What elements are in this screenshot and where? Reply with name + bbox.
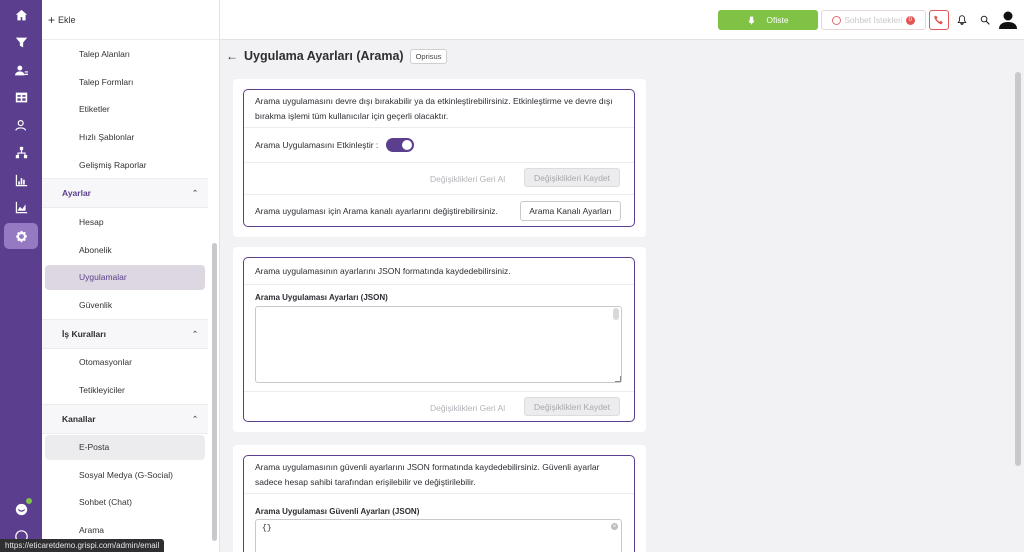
settings-sidebar: + Ekle Talep Alanları Talep Formları Etik… xyxy=(42,0,220,552)
sidebar-item-uygulamalar[interactable]: Uygulamalar xyxy=(45,264,205,290)
back-arrow-icon[interactable]: ← xyxy=(226,49,238,63)
filter-icon[interactable] xyxy=(10,31,32,53)
app-settings-description-row: Arama uygulamasının ayarlarını JSON form… xyxy=(244,258,634,285)
sidebar-item-sosyal-medya[interactable]: Sosyal Medya (G-Social) xyxy=(42,461,208,489)
sidebar-item-talep-formlari[interactable]: Talep Formları xyxy=(42,68,208,96)
card1-actions-row: Değişiklikleri Geri Al Değişiklikleri Ka… xyxy=(244,163,634,195)
sidebar-section-ayarlar[interactable]: Ayarlar ⌃ xyxy=(42,178,208,209)
chevron-up-icon: ⌃ xyxy=(192,190,198,198)
bar-chart-icon[interactable] xyxy=(10,169,32,191)
channel-settings-button[interactable]: Arama Kanalı Ayarları xyxy=(520,201,621,221)
card2-actions-row: Değişiklikleri Geri Al Değişiklikleri Ka… xyxy=(244,391,634,423)
sidebar-item-talep-alanlari[interactable]: Talep Alanları xyxy=(42,40,208,68)
enable-description-row: Arama uygulamasını devre dışı bırakabili… xyxy=(244,90,634,128)
sidebar-item-gelismis-raporlar[interactable]: Gelişmiş Raporlar xyxy=(42,151,208,179)
sidebar-item-e-posta[interactable]: E-Posta xyxy=(45,434,205,460)
content-scrollbar[interactable] xyxy=(1015,72,1021,466)
enable-app-toggle[interactable] xyxy=(386,138,414,152)
sidebar-section-is-kurallari[interactable]: İş Kuralları ⌃ xyxy=(42,318,208,349)
chat-requests-label: Sohbet İstekleri xyxy=(844,15,903,25)
app-settings-description: Arama uygulamasının ayarlarını JSON form… xyxy=(255,266,511,276)
phone-button[interactable] xyxy=(929,10,949,30)
page-title-bar: ← Uygulama Ayarları (Arama) Oprisus xyxy=(220,41,1024,71)
provider-tag: Oprisus xyxy=(409,48,448,64)
channel-settings-text: Arama uygulaması için Arama kanalı ayarl… xyxy=(255,206,498,216)
secure-settings-card: Arama uygulamasının güvenli ayarlarını J… xyxy=(233,445,646,552)
status-url-tooltip: https://eticaretdemo.grispi.com/admin/em… xyxy=(0,539,165,552)
toggle-label: Arama Uygulamasını Etkinleştir : xyxy=(255,140,379,150)
save-changes-button[interactable]: Değişiklikleri Kaydet xyxy=(524,397,620,416)
users-icon[interactable] xyxy=(10,59,32,81)
top-header: Ofiste Sohbet İstekleri 0 xyxy=(220,0,1024,40)
chat-bubble-icon xyxy=(832,15,842,25)
secure-settings-description-row: Arama uygulamasının güvenli ayarlarını J… xyxy=(244,456,634,494)
search-button[interactable] xyxy=(975,10,995,30)
search-icon xyxy=(980,15,990,25)
app-settings-json-textarea[interactable] xyxy=(255,306,622,383)
table-icon[interactable] xyxy=(10,86,32,108)
settings-menu: Talep Alanları Talep Formları Etiketler … xyxy=(42,40,208,544)
status-button[interactable]: Ofiste xyxy=(718,10,818,30)
secure-settings-field-label: Arama Uygulaması Güvenli Ayarları (JSON) xyxy=(255,507,420,516)
settings-gear-icon[interactable] xyxy=(4,223,38,249)
revert-changes-button[interactable]: Değişiklikleri Geri Al xyxy=(430,403,505,413)
toggle-knob xyxy=(402,140,412,150)
chevron-up-icon: ⌃ xyxy=(192,330,198,338)
secure-settings-panel: Arama uygulamasının güvenli ayarlarını J… xyxy=(243,455,635,552)
plus-icon: + xyxy=(48,12,56,27)
sidebar-item-etiketler[interactable]: Etiketler xyxy=(42,95,208,123)
bell-icon xyxy=(957,15,967,25)
icon-rail xyxy=(0,0,42,552)
notifications-button[interactable] xyxy=(952,10,972,30)
enable-description: Arama uygulamasını devre dışı bırakabili… xyxy=(255,96,613,121)
chevron-up-icon: ⌃ xyxy=(192,415,198,423)
add-label: Ekle xyxy=(58,14,76,25)
sidebar-item-otomasyonlar[interactable]: Otomasyonlar xyxy=(42,349,208,377)
app-settings-card: Arama uygulamasının ayarlarını JSON form… xyxy=(233,247,646,432)
save-changes-button[interactable]: Değişiklikleri Kaydet xyxy=(524,168,620,187)
chat-requests-badge: 0 xyxy=(905,15,915,25)
secure-settings-json-textarea[interactable]: {} xyxy=(255,519,622,552)
sidebar-scrollbar[interactable] xyxy=(212,243,217,541)
chat-requests-button[interactable]: Sohbet İstekleri 0 xyxy=(821,10,926,30)
toggle-row: Arama Uygulamasını Etkinleştir : xyxy=(244,128,634,163)
status-label: Ofiste xyxy=(766,15,789,25)
enable-app-card: Arama uygulamasını devre dışı bırakabili… xyxy=(233,79,646,237)
user-icon xyxy=(999,11,1017,29)
sidebar-item-hesap[interactable]: Hesap xyxy=(42,208,208,236)
home-icon[interactable] xyxy=(10,4,32,26)
chat-icon[interactable] xyxy=(10,498,32,520)
enable-app-panel: Arama uygulamasını devre dışı bırakabili… xyxy=(243,89,635,227)
channel-settings-row: Arama uygulaması için Arama kanalı ayarl… xyxy=(244,195,634,228)
secure-settings-description: Arama uygulamasının güvenli ayarlarını J… xyxy=(255,462,600,487)
app-settings-panel: Arama uygulamasının ayarlarını JSON form… xyxy=(243,257,635,422)
page-title: Uygulama Ayarları (Arama) xyxy=(244,49,404,63)
sidebar-item-guvenlik[interactable]: Güvenlik xyxy=(42,291,208,319)
contacts-icon[interactable] xyxy=(10,114,32,136)
app-settings-field-label: Arama Uygulaması Ayarları (JSON) xyxy=(255,293,388,302)
sidebar-item-tetikleyiciler[interactable]: Tetikleyiciler xyxy=(42,376,208,404)
add-button[interactable]: + Ekle xyxy=(42,0,219,40)
org-chart-icon[interactable] xyxy=(10,141,32,163)
sidebar-item-hizli-sablonlar[interactable]: Hızlı Şablonlar xyxy=(42,123,208,151)
sidebar-item-sohbet[interactable]: Sohbet (Chat) xyxy=(42,489,208,517)
revert-changes-button[interactable]: Değişiklikleri Geri Al xyxy=(430,174,505,184)
user-avatar[interactable] xyxy=(998,10,1018,30)
sidebar-item-abonelik[interactable]: Abonelik xyxy=(42,236,208,264)
mic-icon xyxy=(749,16,755,24)
phone-icon xyxy=(934,15,943,25)
sidebar-section-kanallar[interactable]: Kanallar ⌃ xyxy=(42,403,208,434)
area-chart-icon[interactable] xyxy=(10,196,32,218)
